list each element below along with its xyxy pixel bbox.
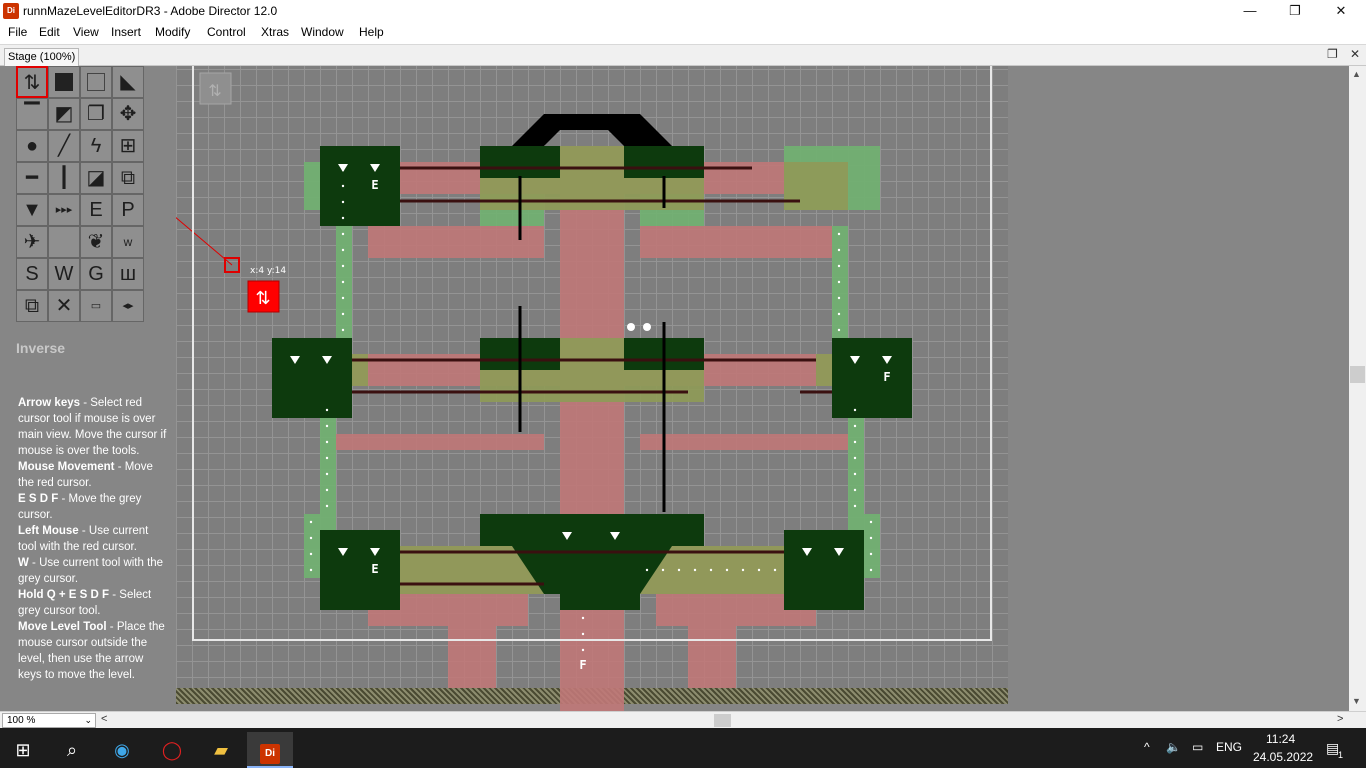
edge-browser-icon[interactable]: ◉: [99, 732, 145, 768]
layers-tool[interactable]: ⧉: [16, 290, 48, 322]
inverse-label[interactable]: Inverse: [16, 340, 65, 356]
window-title: runnMazeLevelEditorDR3 - Adobe Director …: [23, 4, 278, 18]
title-bar: Di runnMazeLevelEditorDR3 - Adobe Direct…: [0, 0, 1366, 22]
stage-view[interactable]: ⇅ E E F F ⇅ x:4 y:14 ⇅ ◣ ▔ ◩ ❐ ✥ ● ╱ ϟ ⊞…: [0, 66, 1349, 711]
empty-block-tool[interactable]: [80, 66, 112, 98]
director-app-icon[interactable]: Di: [3, 3, 19, 19]
tool-grid: ⇅ ◣ ▔ ◩ ❐ ✥ ● ╱ ϟ ⊞ ━ ┃ ◪ ⧉ ▼ ▸▸▸ E P ✈ …: [16, 66, 144, 322]
scroll-down-icon[interactable]: ▼: [1352, 696, 1361, 706]
layer-down-tool[interactable]: ◩: [48, 98, 80, 130]
file-explorer-icon[interactable]: ▰: [198, 732, 244, 768]
bat-tool[interactable]: ❦: [80, 226, 112, 258]
move-all-icon[interactable]: ✥: [112, 98, 144, 130]
chevron-down-icon[interactable]: ⌄: [84, 714, 92, 727]
scroll-left-icon[interactable]: <: [101, 713, 107, 725]
director-icon: Di: [260, 744, 280, 764]
maximize-button[interactable]: ❐: [1272, 0, 1318, 22]
help-mouse-movement: Mouse Movement - Move the red cursor.: [18, 461, 153, 489]
horizontal-scroll-thumb[interactable]: [714, 714, 731, 727]
tool-panel: ⇅ ◣ ▔ ◩ ❐ ✥ ● ╱ ϟ ⊞ ━ ┃ ◪ ⧉ ▼ ▸▸▸ E P ✈ …: [0, 66, 176, 711]
tray-chevron-icon[interactable]: ^: [1144, 740, 1150, 754]
s-tool[interactable]: S: [16, 258, 48, 290]
cut-tool[interactable]: ⊞: [112, 130, 144, 162]
delete-tool[interactable]: ✕: [48, 290, 80, 322]
volume-icon[interactable]: 🔈: [1166, 740, 1181, 754]
help-move-level: Move Level Tool - Place the mouse cursor…: [18, 621, 165, 681]
scroll-arrows-tool[interactable]: ◂▸: [112, 290, 144, 322]
director-taskbar-button[interactable]: Di: [247, 732, 293, 768]
lightning-tool[interactable]: ϟ: [80, 130, 112, 162]
horizontal-bar-tool[interactable]: ━: [16, 162, 48, 194]
menu-xtras[interactable]: Xtras: [261, 25, 289, 39]
g-tool[interactable]: G: [80, 258, 112, 290]
network-icon[interactable]: ▭: [1192, 740, 1203, 754]
slope-tool[interactable]: ◣: [112, 66, 144, 98]
bird-tool[interactable]: ✈: [16, 226, 48, 258]
portal-tool[interactable]: ⧉: [112, 162, 144, 194]
close-panel-icon[interactable]: ✕: [1350, 47, 1360, 61]
w-small-tool[interactable]: w: [112, 226, 144, 258]
help-esdf: E S D F - Move the grey cursor.: [18, 493, 142, 521]
taskbar: ⊞ ⌕ ◉ ◯ ▰ Di ^ 🔈 ▭ ENG 11:24 24.05.2022 …: [0, 728, 1366, 768]
player-tool[interactable]: P: [112, 194, 144, 226]
menu-modify[interactable]: Modify: [155, 25, 190, 39]
notification-count: 1: [1338, 750, 1344, 760]
level-bounds: [192, 66, 992, 641]
opera-icon[interactable]: ◯: [149, 732, 195, 768]
clock-date[interactable]: 24.05.2022: [1253, 750, 1313, 764]
clock-time[interactable]: 11:24: [1266, 732, 1295, 746]
menu-edit[interactable]: Edit: [39, 25, 60, 39]
spawn-tool[interactable]: ▼: [16, 194, 48, 226]
minimize-button[interactable]: —: [1227, 0, 1273, 22]
help-w: W - Use current tool with the grey curso…: [18, 557, 164, 585]
top-edge-tool[interactable]: ▔: [16, 98, 48, 130]
diagonal-tool[interactable]: ◪: [80, 162, 112, 194]
scroll-up-icon[interactable]: ▲: [1352, 69, 1361, 79]
vertical-scrollbar[interactable]: ▲ ▼: [1349, 66, 1366, 711]
line-tool[interactable]: ╱: [48, 130, 80, 162]
blank-tool[interactable]: [48, 226, 80, 258]
stage-tab[interactable]: Stage (100%): [4, 48, 80, 66]
help-arrow-keys: Arrow keys - Select red cursor tool if m…: [18, 397, 167, 457]
vertical-bar-tool[interactable]: ┃: [48, 162, 80, 194]
windows-start-icon[interactable]: ⊞: [0, 732, 46, 768]
help-hold-q: Hold Q + E S D F - Select grey cursor to…: [18, 589, 152, 617]
dots-tool[interactable]: ▸▸▸: [48, 194, 80, 226]
menu-view[interactable]: View: [73, 25, 99, 39]
help-left-mouse: Left Mouse - Use current tool with the r…: [18, 525, 149, 553]
close-button[interactable]: ✕: [1318, 0, 1364, 22]
restore-panel-icon[interactable]: ❐: [1327, 47, 1338, 61]
zoom-select[interactable]: 100 % ⌄: [2, 713, 96, 728]
platform-tool[interactable]: ▭: [80, 290, 112, 322]
w-tool[interactable]: W: [48, 258, 80, 290]
exit-tool[interactable]: E: [80, 194, 112, 226]
zoom-value: 100 %: [7, 715, 36, 726]
menu-file[interactable]: File: [8, 25, 27, 39]
grass-tool[interactable]: ш: [112, 258, 144, 290]
scroll-right-icon[interactable]: >: [1337, 713, 1343, 725]
vertical-scroll-thumb[interactable]: [1350, 366, 1365, 383]
menu-insert[interactable]: Insert: [111, 25, 141, 39]
ball-tool[interactable]: ●: [16, 130, 48, 162]
menu-help[interactable]: Help: [359, 25, 384, 39]
search-icon[interactable]: ⌕: [49, 732, 95, 768]
menu-control[interactable]: Control: [207, 25, 246, 39]
finish-marker: F: [579, 658, 586, 672]
language-indicator[interactable]: ENG: [1216, 740, 1242, 754]
wall-block-tool[interactable]: [48, 66, 80, 98]
layer-copy-tool[interactable]: ❐: [80, 98, 112, 130]
bottom-bar: 100 % ⌄ < >: [0, 711, 1366, 728]
help-text: Arrow keys - Select red cursor tool if m…: [18, 395, 170, 683]
menu-bar: File Edit View Insert Modify Control Xtr…: [0, 23, 1366, 43]
menu-window[interactable]: Window: [301, 25, 344, 39]
move-level-tool[interactable]: ⇅: [16, 66, 48, 98]
stage-tab-bar: Stage (100%) ❐ ✕: [0, 44, 1366, 66]
